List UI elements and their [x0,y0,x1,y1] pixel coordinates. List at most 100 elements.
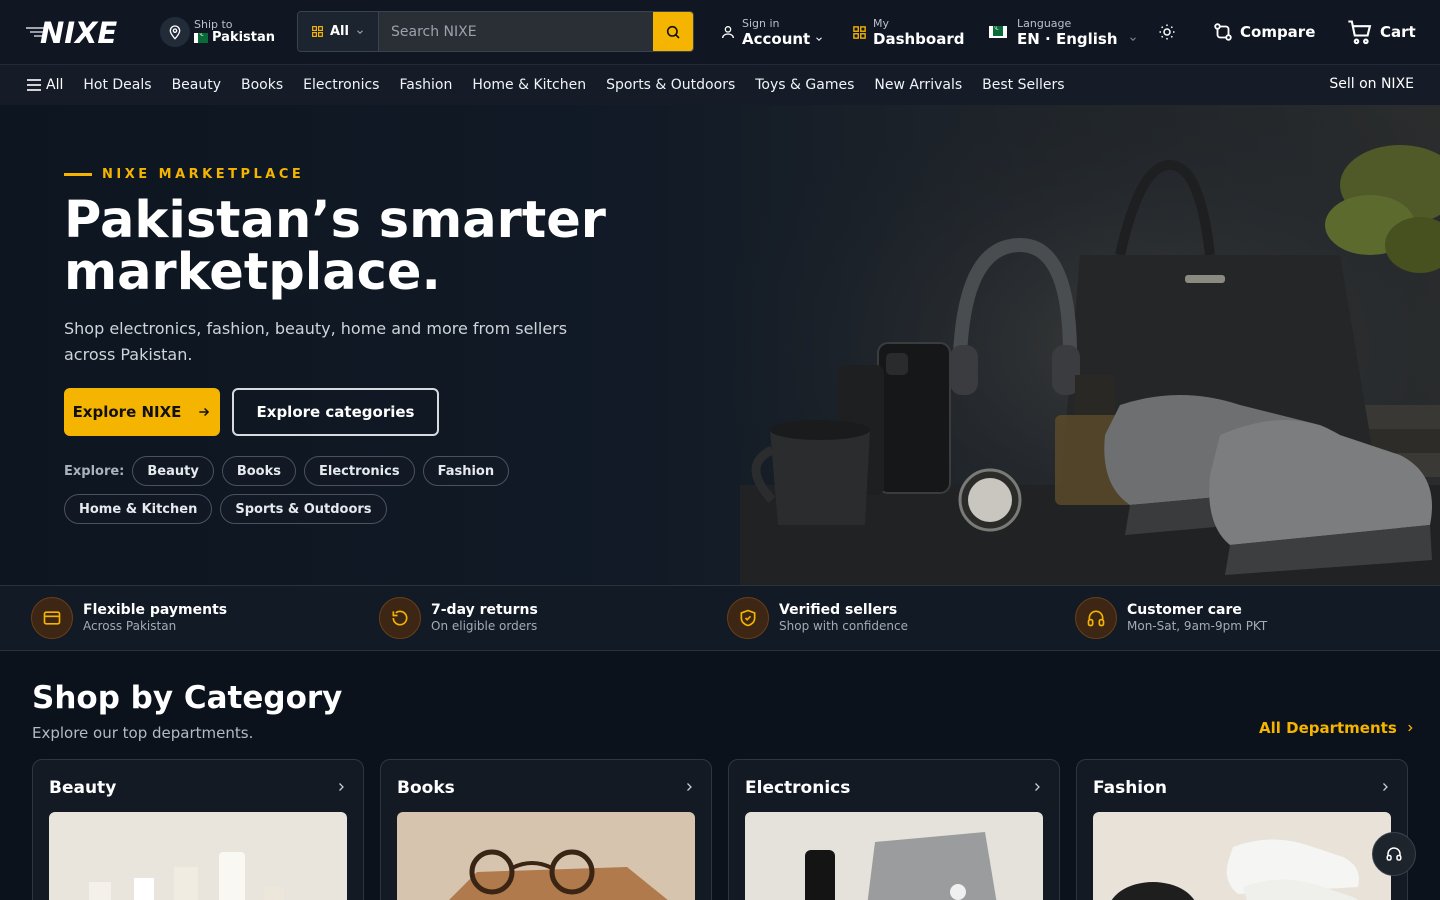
pakistan-flag-icon [989,26,1007,38]
user-icon [722,26,734,39]
language-small-label: Language [1017,16,1072,30]
explore-categories-button[interactable]: Explore categories [232,388,439,436]
search-input[interactable] [379,12,653,51]
chevron-right-icon [687,783,692,791]
compare-label: Compare [1240,23,1316,41]
ship-to-country: Pakistan [212,29,276,45]
top-header: NIXE Ship to Pakistan All Sign in Accoun… [0,0,1440,64]
nav-link-hot-deals[interactable]: Hot Deals [83,77,151,93]
compare-button[interactable]: Compare [1212,12,1315,52]
nav-link-toys-games[interactable]: Toys & Games [755,77,854,93]
hamburger-icon [27,79,41,91]
section-title: Shop by Category [32,680,343,716]
nav-link-new-arrivals[interactable]: New Arrivals [874,77,962,93]
feature-title: Customer care [1127,602,1242,618]
category-card-title: Books [397,778,455,798]
search-button[interactable] [653,12,693,51]
hero-banner: NIXE MARKETPLACE Pakistan’s smarter mark… [0,105,1440,585]
nav-all-label: All [46,77,64,93]
nav-link-electronics[interactable]: Electronics [303,77,379,93]
ship-to-selector[interactable]: Ship to Pakistan [160,16,275,48]
chip-sports-outdoors[interactable]: Sports & Outdoors [220,494,387,524]
account-menu[interactable]: Sign in Account [720,12,824,52]
feature-customer-care: Customer care Mon-Sat, 9am-9pm PKT [1075,597,1267,639]
category-card-books[interactable]: Books [380,759,712,900]
feature-subtitle: Shop with confidence [779,619,908,633]
chevron-down-icon [816,36,823,41]
chevron-right-icon [1383,783,1388,791]
feature-returns: 7-day returns On eligible orders [379,597,538,639]
nav-link-fashion[interactable]: Fashion [399,77,452,93]
chevron-down-icon [1129,36,1136,41]
section-subtitle: Explore our top departments. [32,724,254,742]
compare-icon [1214,23,1232,41]
cart-icon [1348,20,1372,45]
feature-flexible-payments: Flexible payments Across Pakistan [31,597,227,639]
search-icon [666,25,680,39]
support-chat-button[interactable] [1372,832,1416,876]
chevron-right-icon [339,783,344,791]
return-icon [379,597,421,639]
account-label: Account [742,29,811,48]
nav-all-menu[interactable]: All [27,77,63,93]
search-category-label: All [330,24,349,39]
nav-link-home-kitchen[interactable]: Home & Kitchen [472,77,586,93]
nav-link-books[interactable]: Books [241,77,283,93]
feature-title: Flexible payments [83,602,228,618]
hero-eyebrow: NIXE MARKETPLACE [64,167,304,182]
electronics-category-image [745,812,1043,900]
shield-icon [727,597,769,639]
chevron-down-icon [357,29,363,34]
books-category-image [397,812,695,900]
explore-nixe-button[interactable]: Explore NIXE [64,388,220,436]
nav-link-sports-outdoors[interactable]: Sports & Outdoors [606,77,735,93]
nav-link-beauty[interactable]: Beauty [172,77,221,93]
explore-chips-label: Explore: [64,463,125,479]
feature-title: 7-day returns [431,602,538,618]
category-card-beauty[interactable]: Beauty [32,759,364,900]
sell-on-nixe-link[interactable]: Sell on NIXE [1329,76,1414,92]
chip-beauty[interactable]: Beauty [132,456,214,486]
theme-toggle[interactable] [1158,22,1176,42]
search-category-dropdown[interactable]: All [298,12,379,51]
language-selector[interactable]: Language EN · English [989,12,1138,52]
chip-books[interactable]: Books [221,456,296,486]
hero-product-illustration [700,105,1440,585]
feature-verified-sellers: Verified sellers Shop with confidence [727,597,908,639]
chevron-right-icon [1408,724,1413,732]
feature-subtitle: On eligible orders [431,619,538,633]
category-card-title: Electronics [745,778,851,798]
features-strip: Flexible payments Across Pakistan 7-day r… [0,585,1440,651]
dashboard-link[interactable]: My Dashboard [852,12,964,52]
cart-button[interactable]: Cart [1346,12,1416,52]
category-nav: All Hot Deals Beauty Books Electronics F… [0,64,1440,105]
headset-icon [1075,597,1117,639]
feature-subtitle: Across Pakistan [83,619,177,633]
language-label: EN · English [1017,29,1118,48]
cart-label: Cart [1380,23,1416,41]
beauty-category-image [49,812,347,900]
fashion-category-image [1093,812,1391,900]
chevron-right-icon [1035,783,1040,791]
explore-nixe-label: Explore NIXE [72,403,182,421]
grid-icon [312,26,323,37]
all-departments-label: All Departments [1259,719,1397,737]
nixe-logo[interactable]: NIXE [26,14,130,50]
category-card-electronics[interactable]: Electronics [728,759,1060,900]
dashboard-icon [853,25,866,39]
category-card-fashion[interactable]: Fashion [1076,759,1408,900]
dashboard-label: Dashboard [873,29,965,48]
svg-text:NIXE: NIXE [40,16,117,50]
category-card-title: Fashion [1093,778,1167,798]
chip-home-kitchen[interactable]: Home & Kitchen [64,494,213,524]
pakistan-flag-icon [194,33,208,44]
sun-icon [1159,24,1175,40]
chip-fashion[interactable]: Fashion [422,456,510,486]
all-departments-link[interactable]: All Departments [1259,719,1415,737]
card-icon [31,597,73,639]
nav-link-best-sellers[interactable]: Best Sellers [982,77,1064,93]
search-bar: All [297,11,694,52]
headset-icon [1386,847,1402,861]
category-card-title: Beauty [49,778,117,798]
chip-electronics[interactable]: Electronics [304,456,415,486]
